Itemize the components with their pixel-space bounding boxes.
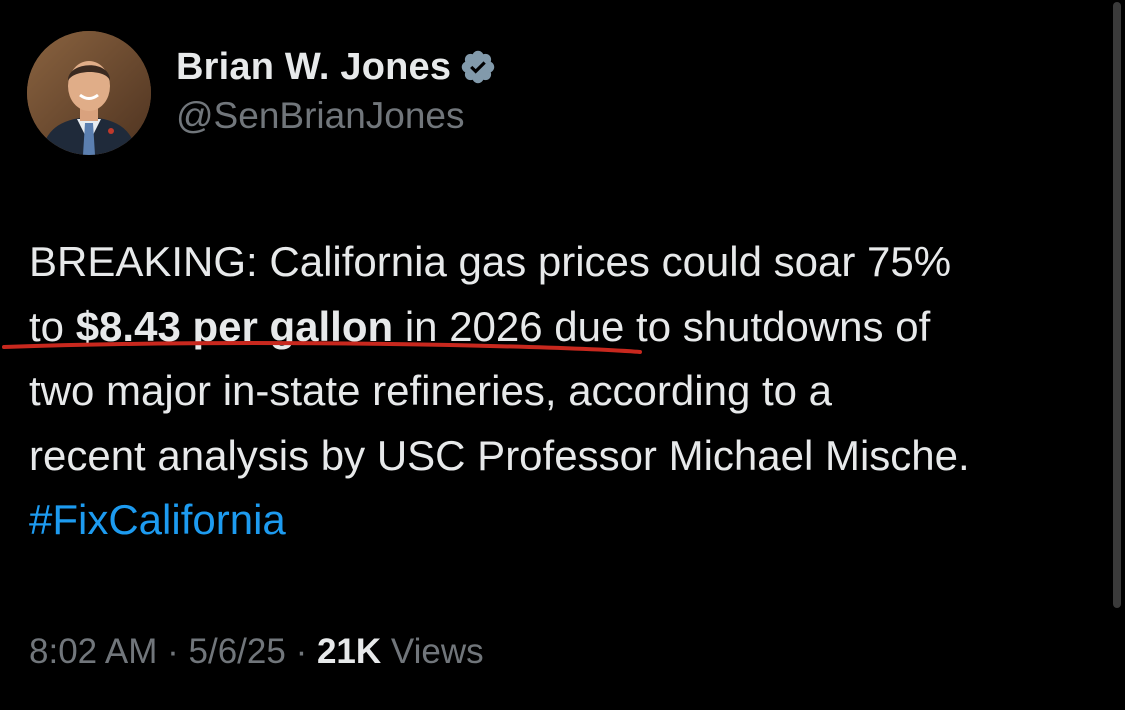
author-name-row[interactable]: Brian W. Jones [176, 43, 497, 91]
tweet-text-to: to [29, 302, 76, 350]
meta-separator: · [285, 632, 317, 671]
display-name[interactable]: Brian W. Jones [176, 46, 451, 89]
tweet-text-year: in 2026 [393, 302, 543, 350]
tweet-card: Brian W. Jones @SenBrianJones BREAKING: … [0, 0, 1125, 710]
tweet-line-4: recent analysis by USC Professor Michael… [29, 431, 970, 479]
tweet-line-3: two major in-state refineries, according… [29, 367, 833, 414]
views-count[interactable]: 21K [317, 632, 381, 672]
price-highlight: $8.43 per gallon [75, 302, 394, 350]
tweet-text-rest: due to shutdowns of [542, 302, 931, 350]
tweet-meta: 8:02 AM · 5/6/25 · 21K Views [29, 632, 484, 672]
scrollbar[interactable] [1113, 2, 1121, 608]
views-label: Views [381, 632, 484, 671]
tweet-time[interactable]: 8:02 AM [29, 632, 157, 672]
avatar[interactable] [27, 31, 151, 155]
hashtag-link[interactable]: #FixCalifornia [29, 496, 286, 543]
tweet-text: BREAKING: California gas prices could so… [29, 230, 1109, 553]
avatar-photo [27, 31, 151, 155]
verified-badge-icon[interactable] [459, 48, 497, 86]
author-handle[interactable]: @SenBrianJones [176, 95, 465, 137]
tweet-date[interactable]: 5/6/25 [189, 632, 286, 672]
meta-separator: · [157, 632, 189, 671]
tweet-line-1: BREAKING: California gas prices could so… [29, 238, 952, 285]
